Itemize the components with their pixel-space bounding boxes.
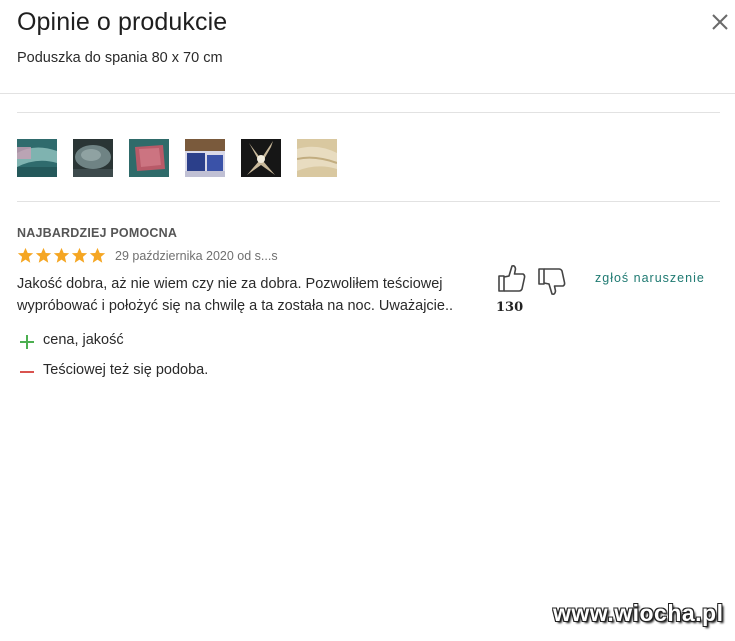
product-name: Poduszka do spania 80 x 70 cm <box>17 50 223 66</box>
dialog-title: Opinie o produkcie <box>17 8 228 36</box>
cons-text: Teściowej też się podoba. <box>43 362 209 378</box>
photo-thumbnail-1[interactable] <box>17 139 57 177</box>
minus-icon <box>20 371 34 373</box>
header-divider <box>0 93 735 94</box>
photo-thumbnail-5[interactable] <box>241 139 281 177</box>
star-icon <box>89 247 106 263</box>
thumbs-down-icon[interactable] <box>537 267 567 297</box>
report-abuse-link[interactable]: zgłoś naruszenie <box>595 271 705 285</box>
close-icon[interactable] <box>709 11 731 33</box>
photo-thumbnail-4[interactable] <box>185 139 225 177</box>
star-icon <box>35 247 52 263</box>
watermark: www.wiocha.pl <box>553 600 724 626</box>
plus-icon <box>20 335 34 349</box>
review-text: Jakość dobra, aż nie wiem czy nie za dob… <box>17 276 454 314</box>
most-helpful-badge: NAJBARDZIEJ POMOCNA <box>17 226 178 240</box>
pros-text: cena, jakość <box>43 332 124 348</box>
star-icon <box>17 247 34 263</box>
star-icon <box>71 247 88 263</box>
thumbs-up-icon[interactable] <box>497 263 527 293</box>
photo-thumbnail-2[interactable] <box>73 139 113 177</box>
photo-thumbnail-6[interactable] <box>297 139 337 177</box>
helpful-count: 130 <box>496 300 524 315</box>
review-divider <box>17 201 720 202</box>
review-date-author: 29 października 2020 od s...s <box>115 249 278 263</box>
gallery-top-divider <box>17 112 720 113</box>
photo-thumbnail-3[interactable] <box>129 139 169 177</box>
star-icon <box>53 247 70 263</box>
